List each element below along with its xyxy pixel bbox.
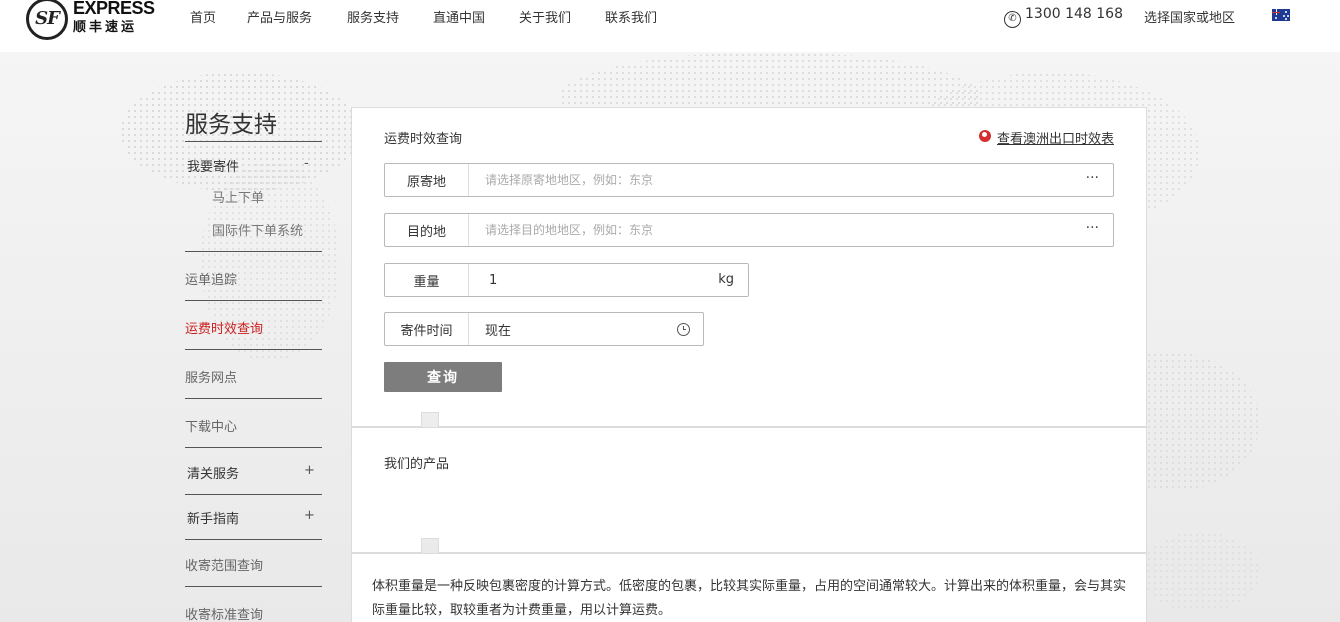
country-select[interactable]: 选择国家或地区 <box>1144 7 1235 26</box>
collapse-toggle-send[interactable]: - <box>304 156 309 171</box>
divider <box>185 141 322 142</box>
tab-connector <box>351 412 422 427</box>
expand-toggle-customs[interactable]: + <box>304 463 315 478</box>
weight-unit: kg <box>718 272 734 287</box>
sidebar-item-customs[interactable]: 清关服务 <box>187 463 239 482</box>
sidebar-item-service-points[interactable]: 服务网点 <box>185 367 237 386</box>
tab-connector <box>438 412 1147 427</box>
sidebar-item-coverage[interactable]: 收寄范围查询 <box>185 555 263 574</box>
divider <box>185 398 322 399</box>
send-time-input[interactable] <box>485 313 665 345</box>
origin-field: 原寄地 ··· <box>384 163 1114 197</box>
destination-field: 目的地 ··· <box>384 213 1114 247</box>
divider <box>185 251 322 252</box>
tab-connector <box>438 538 1147 553</box>
divider <box>185 349 322 350</box>
more-options-icon[interactable]: ··· <box>1086 220 1099 236</box>
sf-express-logo[interactable]: SF EXPRESS 顺丰速运 <box>26 0 155 40</box>
sidebar-item-guide[interactable]: 新手指南 <box>187 508 239 527</box>
sidebar-subitem-intl-order[interactable]: 国际件下单系统 <box>212 220 303 239</box>
australia-flag-icon[interactable] <box>1272 9 1290 21</box>
volumetric-info-panel: 体积重量是一种反映包裹密度的计算方式。低密度的包裹，比较其实际重量，占用的空间通… <box>351 553 1147 622</box>
rate-query-panel: 运费时效查询 查看澳洲出口时效表 原寄地 ··· 目的地 ··· 重量 kg 寄… <box>351 107 1147 413</box>
weight-field: 重量 kg <box>384 263 749 297</box>
sidebar-item-send[interactable]: 我要寄件 <box>187 156 239 175</box>
divider <box>185 539 322 540</box>
send-time-label: 寄件时间 <box>385 313 469 345</box>
clock-icon[interactable] <box>677 323 690 336</box>
sf-logo-mark: SF <box>26 0 68 40</box>
destination-input[interactable] <box>485 214 1075 246</box>
divider <box>185 300 322 301</box>
nav-home[interactable]: 首页 <box>190 7 216 26</box>
weight-input[interactable] <box>489 264 709 296</box>
logo-chinese: 顺丰速运 <box>73 20 138 35</box>
nav-products[interactable]: 产品与服务 <box>247 7 312 26</box>
products-panel: 我们的产品 <box>351 427 1147 539</box>
top-header: SF EXPRESS 顺丰速运 首页 产品与服务 服务支持 直通中国 关于我们 … <box>0 0 1340 52</box>
products-title: 我们的产品 <box>384 457 450 472</box>
sidebar-item-standards[interactable]: 收寄标准查询 <box>185 604 263 622</box>
nav-support[interactable]: 服务支持 <box>347 7 399 26</box>
tab-connector <box>351 538 422 553</box>
query-button[interactable]: 查询 <box>384 362 502 392</box>
sidebar-item-tracking[interactable]: 运单追踪 <box>185 269 237 288</box>
sidebar-title: 服务支持 <box>185 112 277 138</box>
origin-label: 原寄地 <box>385 164 469 196</box>
sidebar-subitem-order-now[interactable]: 马上下单 <box>212 187 264 206</box>
export-timetable-link[interactable]: 查看澳洲出口时效表 <box>997 128 1114 147</box>
phone-text: 1300 148 168 <box>1025 6 1123 22</box>
nav-about[interactable]: 关于我们 <box>519 7 571 26</box>
weight-label: 重量 <box>385 264 469 296</box>
origin-input[interactable] <box>485 164 1075 196</box>
panel-title: 运费时效查询 <box>384 132 463 147</box>
phone-number[interactable]: ✆ 1300 148 168 <box>1004 6 1123 28</box>
sidebar-item-rate-query[interactable]: 运费时效查询 <box>185 318 263 337</box>
volumetric-weight-text: 体积重量是一种反映包裹密度的计算方式。低密度的包裹，比较其实际重量，占用的空间通… <box>372 579 1127 618</box>
sidebar-item-download[interactable]: 下载中心 <box>185 416 237 435</box>
divider <box>185 494 322 495</box>
more-options-icon[interactable]: ··· <box>1086 170 1099 186</box>
destination-label: 目的地 <box>385 214 469 246</box>
phone-icon: ✆ <box>1004 11 1021 28</box>
nav-china-direct[interactable]: 直通中国 <box>433 7 485 26</box>
expand-toggle-guide[interactable]: + <box>304 508 315 523</box>
divider <box>185 447 322 448</box>
globe-icon <box>979 130 991 142</box>
send-time-field: 寄件时间 <box>384 312 704 346</box>
nav-contact[interactable]: 联系我们 <box>605 7 657 26</box>
divider <box>185 586 322 587</box>
